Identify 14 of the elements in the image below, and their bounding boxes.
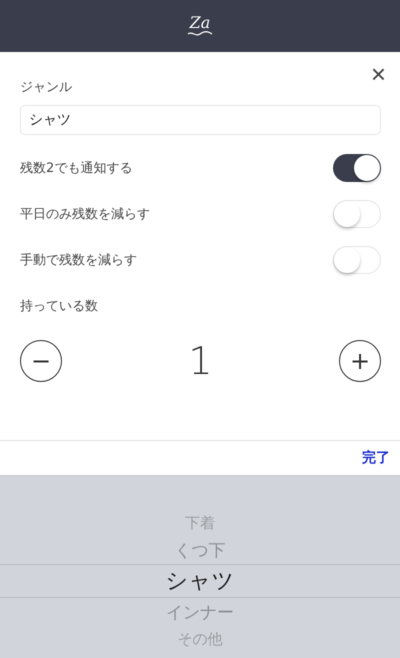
toggle-label: 平日のみ残数を減らす (20, 206, 150, 223)
minus-button[interactable]: − (20, 340, 62, 382)
count-value: 1 (188, 339, 213, 383)
plus-button[interactable]: + (339, 340, 381, 382)
picker-option[interactable]: シャツ (166, 566, 234, 596)
toggle-switch[interactable] (333, 154, 381, 182)
count-label: 持っている数 (20, 298, 99, 315)
genre-label: ジャンル (20, 79, 73, 96)
done-button[interactable]: 完了 (362, 449, 390, 467)
logo: Za (187, 15, 213, 37)
genre-field[interactable]: シャツ (20, 105, 381, 135)
close-button[interactable]: × (370, 62, 386, 86)
toggle-label: 残数2でも通知する (20, 160, 132, 177)
toggle-label: 手動で残数を減らす (20, 252, 137, 269)
